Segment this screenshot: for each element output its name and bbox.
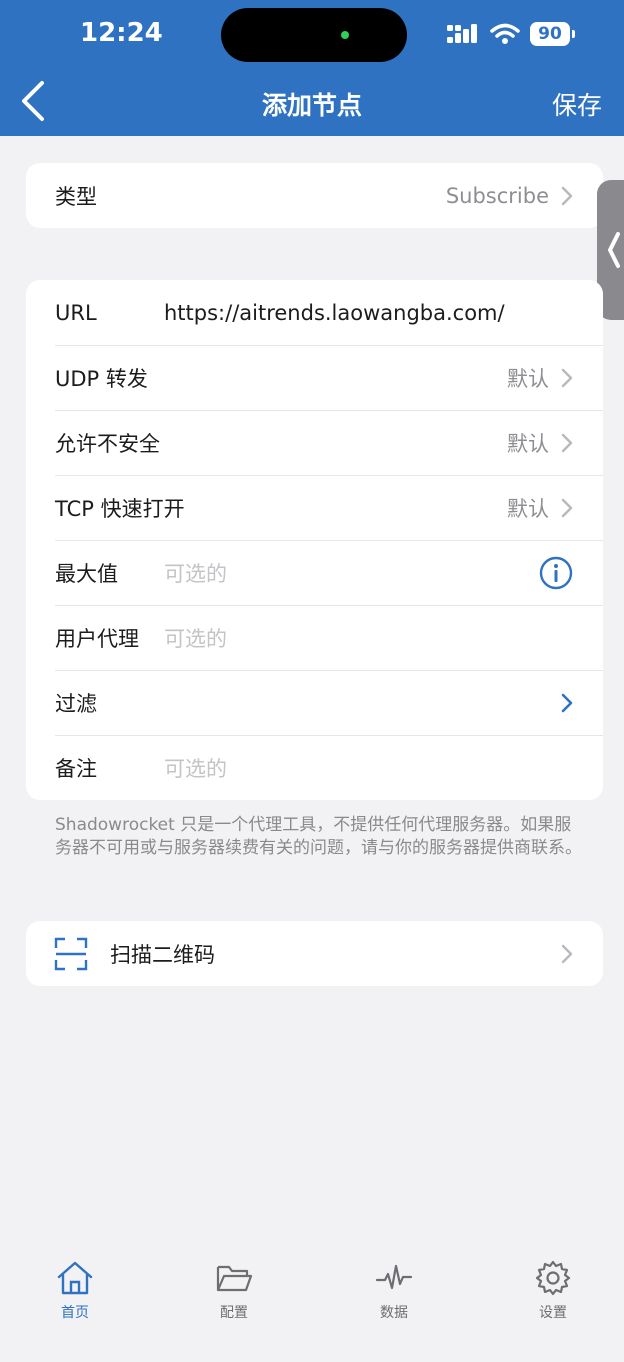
max-value-input[interactable]: 可选的 (164, 558, 227, 588)
tab-data[interactable]: 数据 (344, 1260, 444, 1322)
chevron-right-icon (561, 433, 573, 452)
info-icon[interactable] (539, 556, 573, 590)
chevron-right-icon (561, 368, 573, 387)
url-label: URL (55, 300, 97, 325)
page-title: 添加节点 (261, 91, 362, 120)
url-row[interactable]: URL https://aitrends.laowangba.com/ (26, 280, 603, 345)
status-time: 12:24 (80, 18, 163, 48)
tab-settings-label: 设置 (539, 1305, 567, 1321)
chevron-right-icon (561, 498, 573, 517)
scan-qr-label: 扫描二维码 (110, 942, 215, 967)
scan-card: 扫描二维码 (26, 921, 603, 986)
tab-settings[interactable]: 设置 (503, 1260, 603, 1322)
user-agent-row: 用户代理 可选的 (26, 605, 603, 670)
tab-bar: 首页 配置 数据 设置 (0, 1250, 624, 1362)
folder-icon (216, 1265, 253, 1292)
udp-forward-value: 默认 (507, 366, 549, 391)
remark-row: 备注 可选的 (26, 735, 603, 800)
max-value-row: 最大值 可选的 (26, 540, 603, 605)
scan-qr-row[interactable]: 扫描二维码 (26, 921, 603, 986)
tab-data-label: 数据 (380, 1305, 408, 1321)
udp-forward-row[interactable]: UDP 转发 默认 (26, 345, 603, 410)
battery-indicator: 90 (530, 22, 575, 46)
wifi-icon (490, 23, 520, 44)
dynamic-island (221, 8, 407, 62)
max-value-label: 最大值 (55, 561, 118, 586)
user-agent-label: 用户代理 (55, 626, 139, 651)
allow-insecure-row[interactable]: 允许不安全 默认 (26, 410, 603, 475)
filter-row[interactable]: 过滤 (26, 670, 603, 735)
save-button[interactable]: 保存 (552, 86, 602, 122)
type-card: 类型 Subscribe (26, 163, 603, 228)
disclaimer-text: Shadowrocket 只是一个代理工具，不提供任何代理服务器。如果服务器不可… (55, 815, 582, 858)
chevron-right-icon (561, 693, 573, 712)
tcp-fast-open-row[interactable]: TCP 快速打开 默认 (26, 475, 603, 540)
filter-label: 过滤 (55, 691, 97, 716)
type-label: 类型 (55, 184, 97, 209)
camera-indicator-icon (341, 31, 349, 39)
node-form-card: URL https://aitrends.laowangba.com/ UDP … (26, 280, 603, 800)
gear-icon (535, 1260, 571, 1296)
user-agent-input[interactable]: 可选的 (164, 623, 227, 653)
url-input[interactable]: https://aitrends.laowangba.com/ (164, 301, 505, 325)
header-bar: 12:24 90 添加节点 保存 (0, 0, 624, 136)
tcp-fast-open-value: 默认 (507, 496, 549, 521)
cellular-signal-icon (447, 24, 477, 43)
qr-scan-icon (54, 937, 88, 970)
allow-insecure-value: 默认 (507, 431, 549, 456)
chevron-right-icon (561, 944, 573, 963)
home-icon (57, 1261, 93, 1295)
type-row[interactable]: 类型 Subscribe (26, 163, 603, 228)
udp-forward-label: UDP 转发 (55, 366, 148, 391)
allow-insecure-label: 允许不安全 (55, 431, 160, 456)
type-value: Subscribe (445, 183, 549, 208)
tab-home-label: 首页 (61, 1305, 89, 1321)
tab-config[interactable]: 配置 (184, 1260, 284, 1322)
status-icons: 90 (446, 20, 575, 48)
remark-input[interactable]: 可选的 (164, 753, 227, 783)
tab-home[interactable]: 首页 (25, 1260, 125, 1322)
tab-config-label: 配置 (220, 1305, 248, 1321)
chevron-right-icon (561, 186, 573, 205)
tcp-fast-open-label: TCP 快速打开 (55, 496, 185, 521)
activity-icon (375, 1264, 413, 1290)
remark-label: 备注 (55, 756, 97, 781)
